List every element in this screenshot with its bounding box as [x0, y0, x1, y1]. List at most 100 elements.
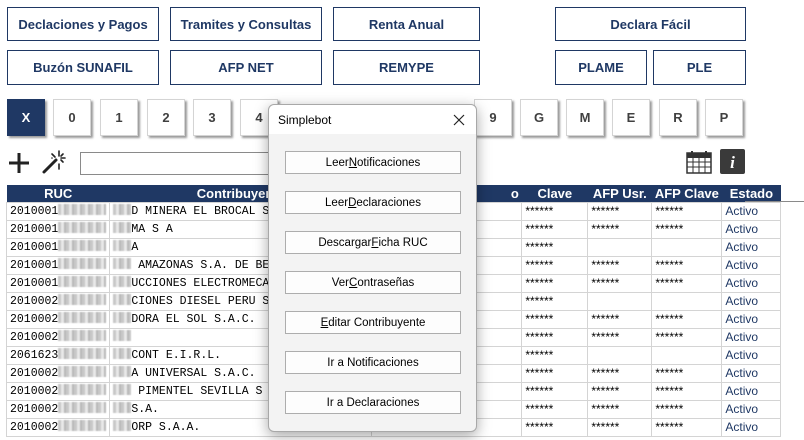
afp-net-button[interactable]: AFP NET	[170, 50, 322, 85]
leer-declaraciones-button[interactable]: Leer Declaraciones	[285, 191, 461, 214]
cell-ruc[interactable]: 2010002	[5, 399, 111, 419]
ver-contrasenas-button[interactable]: Ver Contraseñas	[285, 271, 461, 294]
cell-clave[interactable]: ******	[521, 381, 589, 401]
close-icon[interactable]	[448, 109, 470, 131]
declara-facil-button[interactable]: Declara Fácil	[555, 7, 746, 41]
cell-ruc[interactable]: 2010002	[5, 309, 111, 329]
cell-afp-clave[interactable]: ******	[651, 255, 723, 275]
cell-afp-clave[interactable]	[651, 345, 723, 365]
plame-button[interactable]: PLAME	[555, 50, 647, 85]
cell-ruc[interactable]: 2010002	[5, 327, 111, 347]
cell-afp-usr[interactable]: ******	[587, 309, 653, 329]
descargar-ficha-ruc-button[interactable]: Descargar Ficha RUC	[285, 231, 461, 254]
editar-contribuyente-button[interactable]: Editar Contribuyente	[285, 311, 461, 334]
filter-key-r[interactable]: R	[659, 99, 697, 136]
cell-estado[interactable]: Activo	[721, 327, 782, 347]
leer-notificaciones-button[interactable]: Leer Notificaciones	[285, 151, 461, 174]
filter-key-e[interactable]: E	[612, 99, 650, 136]
cell-afp-usr[interactable]: ******	[587, 381, 653, 401]
filter-key-g[interactable]: G	[520, 99, 558, 136]
cell-afp-clave[interactable]: ******	[651, 219, 723, 239]
cell-clave[interactable]: ******	[521, 219, 589, 239]
cell-afp-clave[interactable]: ******	[651, 363, 723, 383]
cell-clave[interactable]: ******	[521, 345, 589, 365]
filter-key-0[interactable]: 0	[53, 99, 91, 136]
cell-afp-usr[interactable]: ******	[587, 363, 653, 383]
filter-key-x[interactable]: X	[7, 99, 45, 136]
dialog-titlebar[interactable]: Simplebot	[269, 105, 476, 135]
cell-afp-clave[interactable]	[651, 291, 723, 311]
cell-afp-clave[interactable]: ******	[651, 201, 723, 221]
cell-afp-usr[interactable]	[587, 291, 653, 311]
cell-ruc[interactable]: 2010001	[5, 201, 111, 221]
ple-button[interactable]: PLE	[653, 50, 746, 85]
cell-estado[interactable]: Activo	[721, 219, 782, 239]
cell-afp-usr[interactable]: ******	[587, 399, 653, 419]
info-icon[interactable]: i	[720, 149, 745, 174]
cell-estado[interactable]: Activo	[721, 363, 782, 383]
filter-key-3[interactable]: 3	[193, 99, 231, 136]
cell-clave[interactable]: ******	[521, 327, 589, 347]
declaraciones-pagos-button[interactable]: Declaciones y Pagos	[7, 7, 159, 41]
cell-clave[interactable]: ******	[521, 399, 589, 419]
cell-clave[interactable]: ******	[521, 417, 589, 437]
filter-key-p[interactable]: P	[705, 99, 743, 136]
cell-ruc[interactable]: 2061623	[5, 345, 111, 365]
header-clave[interactable]: Clave	[521, 185, 588, 202]
cell-afp-usr[interactable]: ******	[587, 201, 653, 221]
cell-ruc[interactable]: 2010002	[5, 363, 111, 383]
filter-key-1[interactable]: 1	[100, 99, 138, 136]
cell-estado[interactable]: Activo	[721, 273, 782, 293]
cell-clave[interactable]: ******	[521, 237, 589, 257]
cell-ruc[interactable]: 2010001	[5, 273, 111, 293]
cell-estado[interactable]: Activo	[721, 201, 782, 221]
cell-afp-usr[interactable]: ******	[587, 417, 653, 437]
header-estado[interactable]: Estado	[721, 185, 781, 202]
filter-key-m[interactable]: M	[566, 99, 604, 136]
cell-estado[interactable]: Activo	[721, 291, 782, 311]
cell-afp-usr[interactable]: ******	[587, 255, 653, 275]
cell-afp-clave[interactable]	[651, 237, 723, 257]
cell-ruc[interactable]: 2010001	[5, 237, 111, 257]
filter-key-2[interactable]: 2	[147, 99, 185, 136]
ir-a-declaraciones-button[interactable]: Ir a Declaraciones	[285, 391, 461, 414]
renta-anual-button[interactable]: Renta Anual	[333, 7, 480, 41]
plus-icon[interactable]	[7, 151, 31, 175]
cell-clave[interactable]: ******	[521, 255, 589, 275]
cell-ruc[interactable]: 2010001	[5, 255, 111, 275]
ir-a-notificaciones-button[interactable]: Ir a Notificaciones	[285, 351, 461, 374]
tramites-consultas-button[interactable]: Tramites y Consultas	[170, 7, 322, 41]
cell-afp-clave[interactable]: ******	[651, 309, 723, 329]
cell-clave[interactable]: ******	[521, 273, 589, 293]
cell-afp-usr[interactable]	[587, 345, 653, 365]
cell-estado[interactable]: Activo	[721, 309, 782, 329]
cell-ruc[interactable]: 2010002	[5, 381, 111, 401]
calendar-icon[interactable]	[686, 150, 712, 174]
search-input[interactable]	[80, 152, 270, 175]
cell-estado[interactable]: Activo	[721, 381, 782, 401]
magic-wand-icon[interactable]	[41, 149, 67, 175]
cell-afp-usr[interactable]: ******	[587, 327, 653, 347]
cell-afp-usr[interactable]	[587, 237, 653, 257]
cell-clave[interactable]: ******	[521, 201, 589, 221]
cell-estado[interactable]: Activo	[721, 237, 782, 257]
cell-ruc[interactable]: 2010001	[5, 219, 111, 239]
header-ruc[interactable]: RUC	[6, 185, 110, 202]
cell-clave[interactable]: ******	[521, 291, 589, 311]
cell-afp-usr[interactable]: ******	[587, 219, 653, 239]
cell-estado[interactable]: Activo	[721, 417, 782, 437]
cell-afp-clave[interactable]: ******	[651, 327, 723, 347]
header-afp-usr[interactable]: AFP Usr.	[587, 185, 652, 202]
cell-estado[interactable]: Activo	[721, 345, 782, 365]
cell-ruc[interactable]: 2010002	[5, 291, 111, 311]
cell-afp-clave[interactable]: ******	[651, 417, 723, 437]
buzon-sunafil-button[interactable]: Buzón SUNAFIL	[7, 50, 159, 85]
remype-button[interactable]: REMYPE	[333, 50, 480, 85]
cell-estado[interactable]: Activo	[721, 399, 782, 419]
cell-ruc[interactable]: 2010002	[5, 417, 111, 437]
header-afp-clave[interactable]: AFP Clave	[651, 185, 722, 202]
cell-estado[interactable]: Activo	[721, 255, 782, 275]
cell-clave[interactable]: ******	[521, 363, 589, 383]
cell-afp-clave[interactable]: ******	[651, 273, 723, 293]
cell-afp-clave[interactable]: ******	[651, 381, 723, 401]
